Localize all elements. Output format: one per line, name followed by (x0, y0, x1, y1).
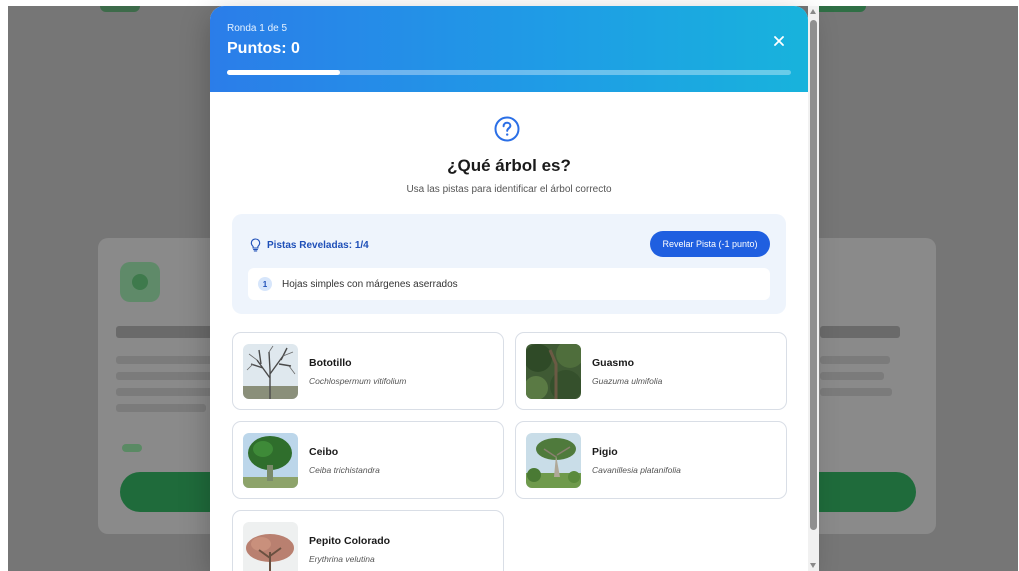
background-top-element (814, 6, 866, 12)
round-progress-bar (227, 70, 791, 75)
tree-scientific-name: Guazuma ulmifolia (592, 376, 663, 386)
background-card-title (116, 326, 216, 338)
tree-option-pigio[interactable]: Pigio Cavanillesia platanifolia (515, 421, 787, 499)
scroll-up-arrow-icon[interactable] (810, 9, 816, 14)
tree-scientific-name: Erythrina velutina (309, 554, 375, 564)
tree-common-name: Pepito Colorado (309, 535, 391, 547)
question-title: ¿Qué árbol es? (447, 156, 571, 175)
tree-scientific-name: Cochlospermum vitifolium (309, 376, 407, 386)
modal-header: Ronda 1 de 5 Puntos: 0 (210, 6, 808, 92)
scroll-down-arrow-icon[interactable] (810, 563, 816, 568)
background-card-title (820, 326, 900, 338)
hint-number-badge: 1 (258, 277, 272, 291)
round-progress-fill (227, 70, 340, 75)
modal-scrollbar[interactable] (808, 6, 819, 571)
tree-option-ceibo[interactable]: Ceibo Ceiba trichistandra (232, 421, 504, 499)
tree-scientific-name: Ceiba trichistandra (309, 465, 380, 475)
background-card-text (820, 356, 890, 364)
lightbulb-icon (250, 238, 261, 252)
question-subtitle: Usa las pistas para identificar el árbol… (406, 184, 612, 195)
background-card-badge (122, 444, 142, 452)
tree-photo (243, 433, 298, 488)
tree-option-pepito-colorado[interactable]: Pepito Colorado Erythrina velutina (232, 510, 504, 571)
tree-option-guasmo[interactable]: Guasmo Guazuma ulmifolia (515, 332, 787, 410)
background-card-text (116, 404, 206, 412)
tree-scientific-name: Cavanillesia platanifolia (592, 465, 681, 475)
tree-common-name: Pigio (592, 446, 618, 458)
background-card-text (116, 372, 216, 380)
background-top-element (100, 6, 140, 12)
scrollbar-thumb[interactable] (810, 20, 817, 530)
hint-text: Hojas simples con márgenes aserrados (282, 278, 458, 290)
hints-header: Pistas Reveladas: 1/4 (250, 238, 369, 252)
tree-common-name: Ceibo (309, 446, 339, 458)
tree-photo (526, 433, 581, 488)
question-circle-icon (494, 116, 520, 142)
tree-quiz-modal: Ronda 1 de 5 Puntos: 0 ¿Qué árbol es? Us… (210, 6, 808, 571)
tree-option-bototillo[interactable]: Bototillo Cochlospermum vitifolium (232, 332, 504, 410)
hints-revealed-count: Pistas Reveladas: 1/4 (267, 239, 369, 251)
reveal-hint-button[interactable]: Revelar Pista (-1 punto) (650, 231, 770, 257)
background-card-text (820, 388, 892, 396)
background-card-text (820, 372, 884, 380)
tree-photo (526, 344, 581, 399)
close-button[interactable] (768, 30, 790, 52)
tree-photo (243, 344, 298, 399)
close-icon (774, 36, 784, 46)
hint-item: 1 Hojas simples con márgenes aserrados (248, 268, 770, 300)
background-card-icon (120, 262, 160, 302)
tree-common-name: Guasmo (592, 357, 635, 369)
hints-panel: Pistas Reveladas: 1/4 Revelar Pista (-1 … (232, 214, 786, 314)
tree-common-name: Bototillo (309, 357, 352, 369)
points-score: Puntos: 0 (227, 40, 300, 57)
tree-photo (243, 522, 298, 571)
round-indicator: Ronda 1 de 5 (227, 23, 288, 34)
